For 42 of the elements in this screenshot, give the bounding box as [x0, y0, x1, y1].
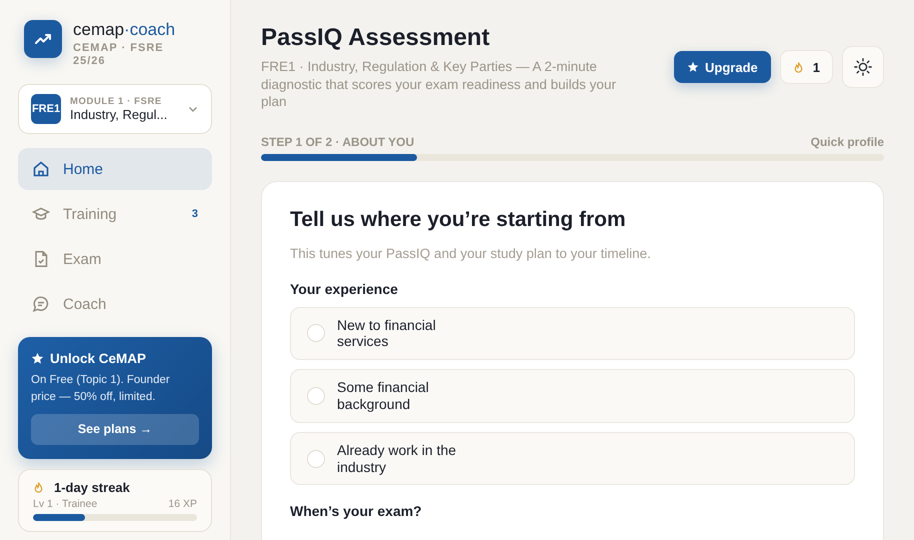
- star-icon: [31, 352, 44, 366]
- nav-item[interactable]: Training 3: [18, 193, 212, 236]
- card-subtitle: This tunes your PassIQ and your study plan to your timeline.: [290, 246, 652, 261]
- option-label: Some financial background: [337, 379, 430, 413]
- option-card[interactable]: Some financial background: [290, 369, 855, 423]
- chat-bubble-icon: [32, 295, 50, 314]
- sun-icon: [853, 57, 873, 77]
- streak-chip[interactable]: 1: [780, 50, 833, 84]
- option-label: New to financial services: [337, 316, 437, 350]
- card-title: Tell us where you’re starting from: [290, 208, 627, 232]
- section-label: When’s your exam?: [290, 503, 423, 520]
- promo-title: Unlock CeMAP: [50, 351, 146, 366]
- promo-text: On Free (Topic 1). Founder price — 50% off, limited.: [31, 373, 171, 406]
- radio-button[interactable]: [307, 450, 325, 468]
- radio-button[interactable]: [307, 387, 325, 406]
- section-label: Your experience: [290, 280, 399, 297]
- star-icon: [687, 61, 700, 73]
- level-label: Lv 1 · Trainee: [33, 498, 98, 510]
- step-caption: Quick profile: [810, 134, 884, 149]
- brand-subtitle: CEMAP · FSRE 25/26: [73, 42, 165, 68]
- see-plans-button[interactable]: See plans →: [31, 414, 199, 445]
- count-label: 3: [192, 208, 198, 220]
- page-subtitle: FRE1 · Industry, Regulation & Key Parties — A 2-minute diagnostic that scores your exam readiness and builds your plan: [261, 58, 617, 111]
- step-label: STEP 1 OF 2 · ABOUT YOU: [261, 134, 414, 149]
- option-card[interactable]: New to financial services: [290, 306, 855, 360]
- flame-icon: [792, 60, 804, 74]
- option-label: Already work in the industry: [337, 442, 458, 476]
- xp-label: 16 XP: [168, 498, 197, 510]
- radio-button[interactable]: [307, 324, 325, 342]
- brand-name: cemap·coach: [73, 20, 176, 40]
- module-badge: FRE1: [31, 94, 61, 124]
- app-logo: [24, 20, 62, 58]
- flame-icon: [33, 480, 44, 494]
- home-icon: [32, 160, 50, 178]
- nav-item[interactable]: Home: [18, 148, 212, 190]
- upgrade-button[interactable]: Upgrade: [674, 51, 771, 83]
- streak-title: 1-day streak: [54, 480, 130, 495]
- option-card[interactable]: Already work in the industry: [290, 432, 855, 486]
- theme-toggle[interactable]: [842, 46, 884, 88]
- module-title: Industry, Regul...: [70, 107, 168, 122]
- page-title: PassIQ Assessment: [261, 24, 491, 52]
- module-eyebrow: MODULE 1 · FSRE: [70, 96, 163, 108]
